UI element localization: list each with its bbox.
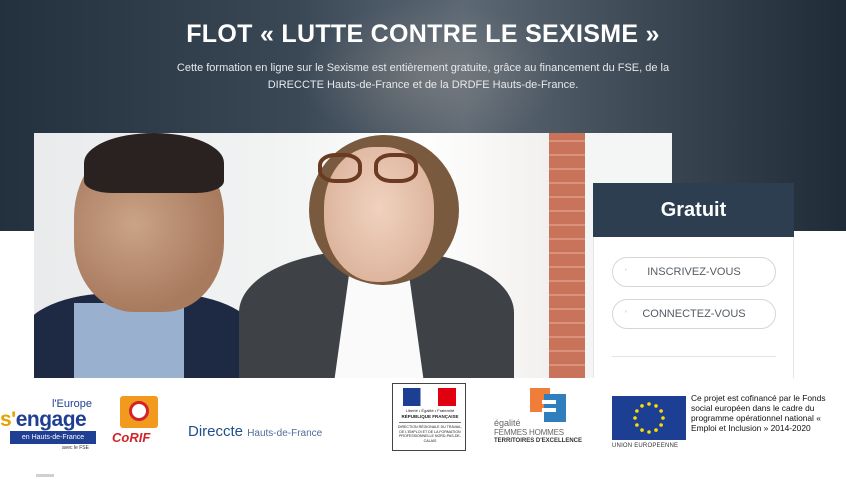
egalite-mark-bar-1 — [542, 400, 556, 404]
pricing-panel: ' INSCRIVEZ-VOUS ' CONNECTEZ-VOUS — [593, 237, 794, 378]
ue-label: UNION EUROPEENNE — [612, 443, 679, 449]
corif-logo-text: CoRIF — [112, 430, 151, 445]
hero-subtitle-line-1: Cette formation en ligne sur le Sexisme … — [176, 62, 670, 74]
french-flag-icon — [403, 388, 456, 406]
login-button-label: CONNECTEZ-VOUS — [642, 308, 746, 320]
europe-logo-note: avec le FSE — [62, 445, 89, 451]
glasses-lens-right — [374, 153, 418, 183]
photo-man-shirt — [74, 303, 184, 378]
page: FLOT « LUTTE CONTRE LE SEXISME » Cette f… — [0, 0, 846, 484]
eu-flag-icon — [612, 396, 686, 440]
eu-star — [659, 423, 663, 427]
republique-francaise-logo: Liberté • Égalité • Fraternité RÉPUBLIQU… — [392, 383, 466, 451]
register-button[interactable]: ' INSCRIVEZ-VOUS — [612, 257, 776, 287]
login-button-tick: ' — [625, 309, 627, 319]
eu-star — [654, 428, 658, 432]
union-europeenne-logo: UNION EUROPEENNE — [612, 396, 688, 452]
europe-logo-main-a: s' — [0, 408, 16, 431]
photo-man-hair — [84, 133, 224, 193]
partner-logos: l'Europe s'engage en Hauts-de-France ave… — [0, 378, 846, 451]
footer-mark — [36, 474, 54, 477]
direccte-logo: Direccte Hauts-de-France — [188, 423, 322, 440]
eu-star — [633, 416, 637, 420]
egalite-logo-line-3: TERRITOIRES D'EXCELLENCE — [494, 438, 582, 444]
eu-star — [647, 402, 651, 406]
egalite-femmes-hommes-logo: égalité FEMMES HOMMES TERRITOIRES D'EXCE… — [492, 388, 584, 448]
eu-star — [640, 404, 644, 408]
rf-country: RÉPUBLIQUE FRANÇAISE — [401, 414, 459, 419]
corif-logo-mark — [120, 396, 158, 428]
eu-stars-icon — [633, 402, 665, 434]
pricing-panel-header: Gratuit — [593, 183, 794, 237]
egalite-logo-line-1: égalité — [494, 418, 521, 428]
europe-logo-main-b: engage — [15, 408, 87, 431]
europe-logo-band: en Hauts-de-France — [10, 431, 96, 444]
fse-cofinance-text: Ce projet est cofinancé par le Fonds soc… — [691, 393, 826, 433]
corif-logo: CoRIF — [108, 396, 168, 446]
photo-glasses — [318, 153, 426, 183]
eu-star — [647, 430, 651, 434]
login-button[interactable]: ' CONNECTEZ-VOUS — [612, 299, 776, 329]
rf-divider — [399, 422, 461, 423]
europe-sengage-logo: l'Europe s'engage en Hauts-de-France ave… — [0, 378, 100, 451]
europe-logo-main: s'engage — [0, 408, 87, 432]
eu-star — [635, 409, 639, 413]
rf-motto: Liberté • Égalité • Fraternité — [405, 408, 455, 413]
hero-subtitle-line-2: DIRECCTE Hauts-de-France et de la DRDFE … — [267, 79, 579, 91]
eu-star — [635, 423, 639, 427]
panel-divider — [612, 356, 776, 357]
egalite-logo-mark — [530, 388, 566, 422]
rf-body: DIRECTION RÉGIONALE DU TRAVAIL, DE L'EMP… — [397, 425, 463, 443]
corif-logo-circle — [129, 401, 149, 421]
eu-star — [640, 428, 644, 432]
eu-star — [654, 404, 658, 408]
direccte-logo-name: Direccte — [188, 423, 244, 440]
course-photo — [34, 133, 672, 378]
register-button-label: INSCRIVEZ-VOUS — [647, 266, 741, 278]
eu-star — [661, 416, 665, 420]
direccte-logo-region: Hauts-de-France — [247, 428, 323, 439]
eu-star — [659, 409, 663, 413]
page-title: FLOT « LUTTE CONTRE LE SEXISME » — [186, 20, 660, 48]
hero-subtitle: Cette formation en ligne sur le Sexisme … — [150, 60, 696, 94]
egalite-logo-line-2: FEMMES HOMMES — [494, 428, 564, 437]
glasses-lens-left — [318, 153, 362, 183]
egalite-mark-bar-2 — [542, 408, 556, 412]
register-button-tick: ' — [625, 267, 627, 277]
photo-brick-wall — [549, 133, 585, 378]
